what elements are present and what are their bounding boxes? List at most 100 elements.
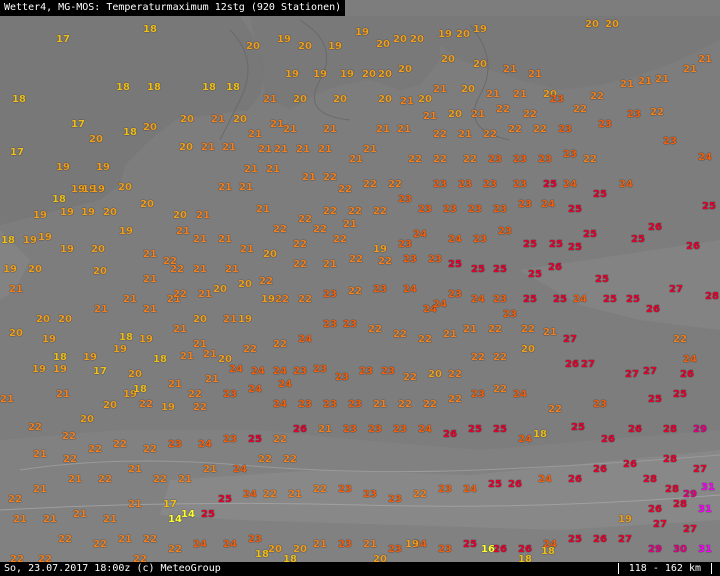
station-temperature: 27 <box>625 369 639 380</box>
station-temperature: 21 <box>128 499 142 510</box>
station-temperature: 21 <box>288 489 302 500</box>
station-temperature: 26 <box>601 434 615 445</box>
station-temperature: 19 <box>355 27 369 38</box>
station-temperature: 20 <box>89 134 103 145</box>
station-temperature: 17 <box>71 119 85 130</box>
station-temperature: 22 <box>590 91 604 102</box>
station-temperature: 22 <box>583 154 597 165</box>
station-temperature: 21 <box>274 144 288 155</box>
station-temperature: 21 <box>400 96 414 107</box>
station-temperature: 21 <box>318 144 332 155</box>
station-temperature: 22 <box>508 124 522 135</box>
station-temperature: 27 <box>643 366 657 377</box>
station-temperature: 16 <box>481 544 495 555</box>
station-temperature: 21 <box>203 464 217 475</box>
station-temperature: 18 <box>143 24 157 35</box>
station-temperature: 21 <box>240 244 254 255</box>
station-temperature: 21 <box>463 324 477 335</box>
station-temperature: 24 <box>273 399 287 410</box>
station-temperature: 23 <box>428 254 442 265</box>
station-temperature: 20 <box>441 54 455 65</box>
station-temperature: 20 <box>418 94 432 105</box>
station-temperature: 22 <box>153 474 167 485</box>
station-temperature: 20 <box>378 69 392 80</box>
station-temperature: 18 <box>226 82 240 93</box>
station-temperature: 17 <box>10 147 24 158</box>
station-temperature: 27 <box>683 524 697 535</box>
station-temperature: 21 <box>376 124 390 135</box>
station-temperature: 19 <box>3 264 17 275</box>
station-temperature: 17 <box>93 366 107 377</box>
station-temperature: 19 <box>340 69 354 80</box>
station-temperature: 22 <box>471 352 485 363</box>
station-temperature: 21 <box>128 464 142 475</box>
station-temperature: 24 <box>418 424 432 435</box>
station-temperature: 23 <box>443 204 457 215</box>
station-temperature: 22 <box>188 389 202 400</box>
station-temperature: 18 <box>133 384 147 395</box>
station-temperature: 14 <box>181 509 195 520</box>
station-temperature: 23 <box>343 424 357 435</box>
station-temperature: 20 <box>140 199 154 210</box>
station-temperature: 20 <box>585 19 599 30</box>
station-temperature: 23 <box>433 179 447 190</box>
station-temperature: 22 <box>548 404 562 415</box>
station-temperature: 22 <box>403 372 417 383</box>
station-temperature: 24 <box>298 334 312 345</box>
station-temperature: 23 <box>338 484 352 495</box>
station-temperature: 29 <box>648 544 662 555</box>
station-temperature: 18 <box>116 82 130 93</box>
station-temperature: 19 <box>113 344 127 355</box>
station-temperature: 22 <box>93 539 107 550</box>
station-temperature: 23 <box>563 149 577 160</box>
station-temperature: 19 <box>33 210 47 221</box>
station-temperature: 22 <box>298 294 312 305</box>
station-temperature: 20 <box>58 314 72 325</box>
station-temperature: 19 <box>60 244 74 255</box>
station-temperature: 21 <box>94 304 108 315</box>
station-temperature: 25 <box>201 509 215 520</box>
station-temperature: 20 <box>213 284 227 295</box>
station-temperature: 20 <box>93 266 107 277</box>
station-temperature: 19 <box>32 364 46 375</box>
station-temperature: 21 <box>193 234 207 245</box>
station-temperature: 23 <box>223 434 237 445</box>
station-temperature: 22 <box>58 534 72 545</box>
station-temperature: 20 <box>293 94 307 105</box>
station-temperature: 20 <box>143 122 157 133</box>
station-temperature: 21 <box>180 351 194 362</box>
station-temperature: 18 <box>12 94 26 105</box>
station-temperature: 18 <box>53 352 67 363</box>
station-temperature: 21 <box>222 142 236 153</box>
station-temperature: 18 <box>533 429 547 440</box>
station-temperature: 21 <box>143 249 157 260</box>
station-temperature: 22 <box>263 489 277 500</box>
station-temperature: 21 <box>218 234 232 245</box>
station-temperature: 23 <box>468 204 482 215</box>
station-temperature: 23 <box>398 239 412 250</box>
station-temperature: 20 <box>180 114 194 125</box>
station-temperature: 19 <box>60 207 74 218</box>
station-temperature: 19 <box>473 24 487 35</box>
station-temperature: 19 <box>81 207 95 218</box>
station-temperature: 21 <box>486 89 500 100</box>
station-temperature: 23 <box>363 489 377 500</box>
station-temperature: 23 <box>398 194 412 205</box>
station-temperature: 23 <box>248 534 262 545</box>
station-temperature: 21 <box>176 226 190 237</box>
station-temperature: 21 <box>263 94 277 105</box>
station-temperature: 23 <box>373 284 387 295</box>
station-temperature: 22 <box>323 172 337 183</box>
station-temperature: 22 <box>423 399 437 410</box>
station-temperature: 22 <box>393 329 407 340</box>
station-temperature: 21 <box>239 182 253 193</box>
station-temperature: 21 <box>201 142 215 153</box>
station-temperature: 21 <box>9 284 23 295</box>
station-temperature: 25 <box>673 389 687 400</box>
map-view: 17 18 18 17 17 18 18 18 18 18 20 20 19 19 19 19 19 20 18 19… <box>0 0 720 576</box>
station-temperature: 26 <box>593 464 607 475</box>
station-temperature: 26 <box>548 262 562 273</box>
station-temperature: 25 <box>528 269 542 280</box>
station-temperature: 25 <box>248 434 262 445</box>
station-temperature: 25 <box>218 494 232 505</box>
